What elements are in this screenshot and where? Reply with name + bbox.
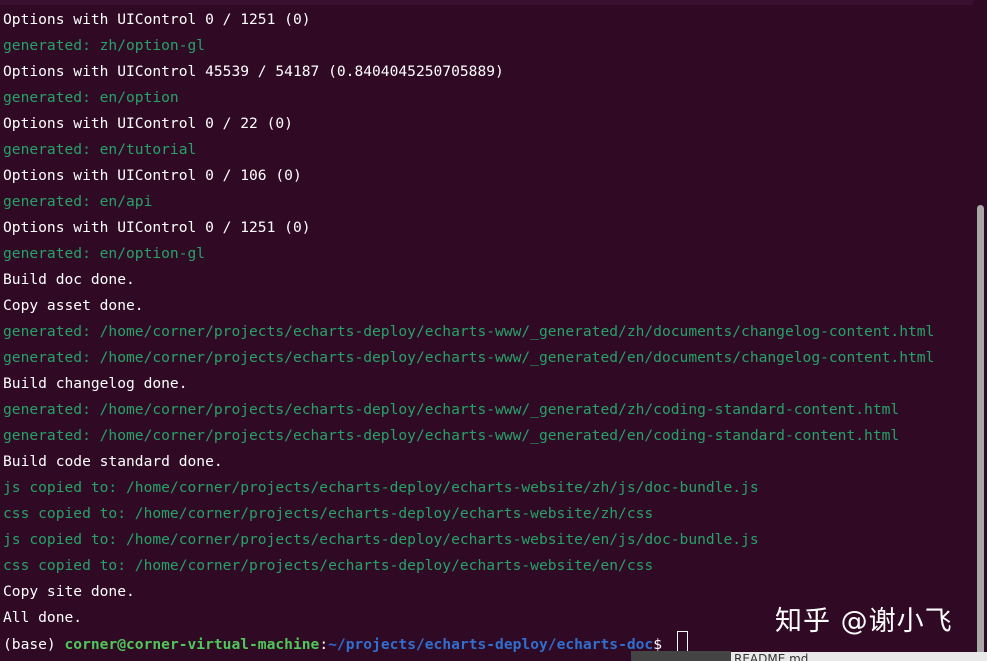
terminal-output: Options with UIControl 0 / 1251 (0) gener… [3, 7, 971, 657]
terminal-line: Copy asset done. [3, 297, 144, 314]
terminal-line: Options with UIControl 0 / 1251 (0) [3, 11, 311, 28]
terminal-scrollbar[interactable] [973, 0, 987, 661]
terminal-line: Build doc done. [3, 271, 135, 288]
terminal-line: generated: /home/corner/projects/echarts… [3, 349, 935, 366]
scrollbar-thumb[interactable] [977, 205, 984, 657]
terminal-line: generated: /home/corner/projects/echarts… [3, 427, 900, 444]
terminal-line: Options with UIControl 0 / 22 (0) [3, 115, 293, 132]
terminal-line: generated: en/tutorial [3, 141, 197, 158]
terminal-line: generated: zh/option-gl [3, 37, 206, 54]
background-window-bar [631, 651, 731, 661]
terminal-line: Build code standard done. [3, 453, 223, 470]
prompt-user-host: corner@corner-virtual-machine [64, 636, 320, 653]
terminal-line: js copied to: /home/corner/projects/echa… [3, 531, 759, 548]
terminal-line: Build changelog done. [3, 375, 188, 392]
prompt-env: (base) [3, 636, 65, 653]
zhihu-watermark: 知乎 @谢小飞 [775, 606, 953, 637]
terminal-line: css copied to: /home/corner/projects/ech… [3, 505, 654, 522]
terminal-line: Options with UIControl 0 / 106 (0) [3, 167, 302, 184]
terminal-line: js copied to: /home/corner/projects/echa… [3, 479, 759, 496]
terminal-line: generated: en/option [3, 89, 179, 106]
terminal-line: generated: en/option-gl [3, 245, 206, 262]
prompt-separator: : [319, 636, 329, 653]
terminal-window[interactable]: Options with UIControl 0 / 1251 (0) gener… [0, 0, 987, 661]
terminal-line: generated: en/api [3, 193, 153, 210]
prompt-path: ~/projects/echarts-deploy/echarts-doc [328, 636, 654, 653]
terminal-line: generated: /home/corner/projects/echarts… [3, 323, 935, 340]
terminal-line: generated: /home/corner/projects/echarts… [3, 401, 900, 418]
terminal-line: css copied to: /home/corner/projects/ech… [3, 557, 654, 574]
terminal-line: Options with UIControl 0 / 1251 (0) [3, 219, 311, 236]
terminal-top-edge [0, 0, 987, 5]
background-window-file-label: README.md [734, 653, 809, 661]
terminal-line: Options with UIControl 45539 / 54187 (0.… [3, 63, 504, 80]
